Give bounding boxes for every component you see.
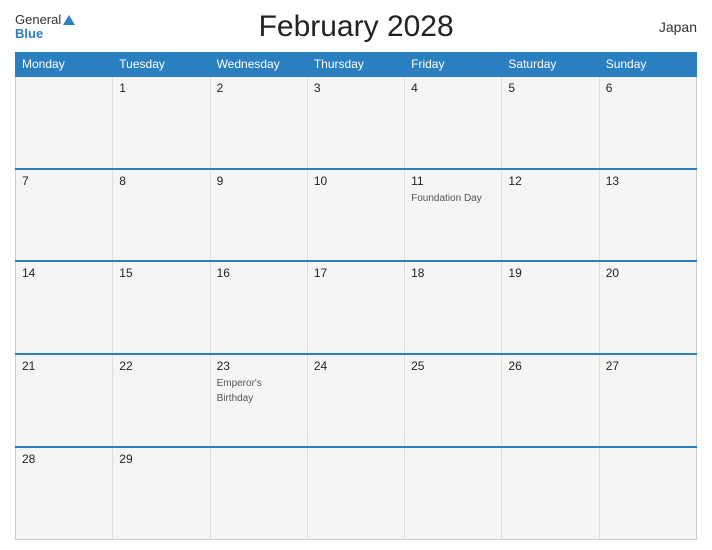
weekday-header-row: Monday Tuesday Wednesday Thursday Friday… [16, 53, 697, 77]
calendar-cell [210, 447, 307, 540]
day-number: 14 [22, 266, 106, 280]
event-label: Foundation Day [411, 193, 482, 204]
day-number: 24 [314, 359, 398, 373]
header: General Blue February 2028 Japan [15, 10, 697, 44]
day-number: 20 [606, 266, 690, 280]
country-label: Japan [637, 19, 697, 35]
day-number: 1 [119, 81, 203, 95]
logo-triangle-icon [63, 15, 75, 25]
calendar-cell [599, 447, 696, 540]
calendar-cell [405, 447, 502, 540]
calendar-cell: 4 [405, 76, 502, 169]
day-number: 27 [606, 359, 690, 373]
day-number: 22 [119, 359, 203, 373]
calendar-week-row: 21 22 23 Emperor's Birthday 24 25 26 27 [16, 354, 697, 447]
calendar-week-row: 28 29 [16, 447, 697, 540]
calendar-cell: 9 [210, 169, 307, 262]
calendar-cell: 25 [405, 354, 502, 447]
col-friday: Friday [405, 53, 502, 77]
day-number: 11 [411, 174, 495, 188]
col-wednesday: Wednesday [210, 53, 307, 77]
calendar-cell: 10 [307, 169, 404, 262]
calendar-cell: 5 [502, 76, 599, 169]
day-number: 18 [411, 266, 495, 280]
day-number: 9 [217, 174, 301, 188]
day-number: 29 [119, 452, 203, 466]
calendar-cell: 26 [502, 354, 599, 447]
calendar-cell: 8 [113, 169, 210, 262]
day-number: 16 [217, 266, 301, 280]
event-label: Emperor's Birthday [217, 378, 262, 404]
calendar-cell: 21 [16, 354, 113, 447]
day-number: 10 [314, 174, 398, 188]
day-number: 12 [508, 174, 592, 188]
logo: General Blue [15, 13, 75, 42]
col-saturday: Saturday [502, 53, 599, 77]
calendar-cell: 2 [210, 76, 307, 169]
calendar-week-row: 14 15 16 17 18 19 20 [16, 261, 697, 354]
day-number: 26 [508, 359, 592, 373]
calendar-cell: 17 [307, 261, 404, 354]
calendar-week-row: 123456 [16, 76, 697, 169]
col-sunday: Sunday [599, 53, 696, 77]
col-tuesday: Tuesday [113, 53, 210, 77]
calendar-cell [16, 76, 113, 169]
calendar-cell: 27 [599, 354, 696, 447]
calendar-cell: 16 [210, 261, 307, 354]
day-number: 3 [314, 81, 398, 95]
calendar-cell: 29 [113, 447, 210, 540]
day-number: 15 [119, 266, 203, 280]
calendar-cell: 23 Emperor's Birthday [210, 354, 307, 447]
day-number: 19 [508, 266, 592, 280]
col-thursday: Thursday [307, 53, 404, 77]
day-number: 21 [22, 359, 106, 373]
calendar-cell [307, 447, 404, 540]
day-number: 7 [22, 174, 106, 188]
day-number: 5 [508, 81, 592, 95]
calendar-cell: 13 [599, 169, 696, 262]
day-number: 17 [314, 266, 398, 280]
logo-general-text: General [15, 13, 75, 27]
calendar-cell: 7 [16, 169, 113, 262]
calendar-cell: 3 [307, 76, 404, 169]
calendar-cell: 20 [599, 261, 696, 354]
calendar-cell: 6 [599, 76, 696, 169]
calendar-cell: 19 [502, 261, 599, 354]
day-number: 25 [411, 359, 495, 373]
col-monday: Monday [16, 53, 113, 77]
calendar-cell: 1 [113, 76, 210, 169]
calendar-cell: 15 [113, 261, 210, 354]
calendar-cell: 22 [113, 354, 210, 447]
calendar-cell: 11 Foundation Day [405, 169, 502, 262]
page: General Blue February 2028 Japan Monday … [0, 0, 712, 550]
calendar-title: February 2028 [75, 10, 637, 44]
calendar-cell: 14 [16, 261, 113, 354]
calendar-week-row: 789 10 11 Foundation Day 12 13 [16, 169, 697, 262]
day-number: 23 [217, 359, 301, 373]
logo-blue-text: Blue [15, 27, 75, 41]
calendar-table: Monday Tuesday Wednesday Thursday Friday… [15, 52, 697, 540]
calendar-cell: 12 [502, 169, 599, 262]
day-number: 8 [119, 174, 203, 188]
day-number: 4 [411, 81, 495, 95]
day-number: 28 [22, 452, 106, 466]
day-number: 6 [606, 81, 690, 95]
calendar-cell: 18 [405, 261, 502, 354]
day-number: 13 [606, 174, 690, 188]
day-number: 2 [217, 81, 301, 95]
calendar-cell: 24 [307, 354, 404, 447]
calendar-cell [502, 447, 599, 540]
calendar-cell: 28 [16, 447, 113, 540]
